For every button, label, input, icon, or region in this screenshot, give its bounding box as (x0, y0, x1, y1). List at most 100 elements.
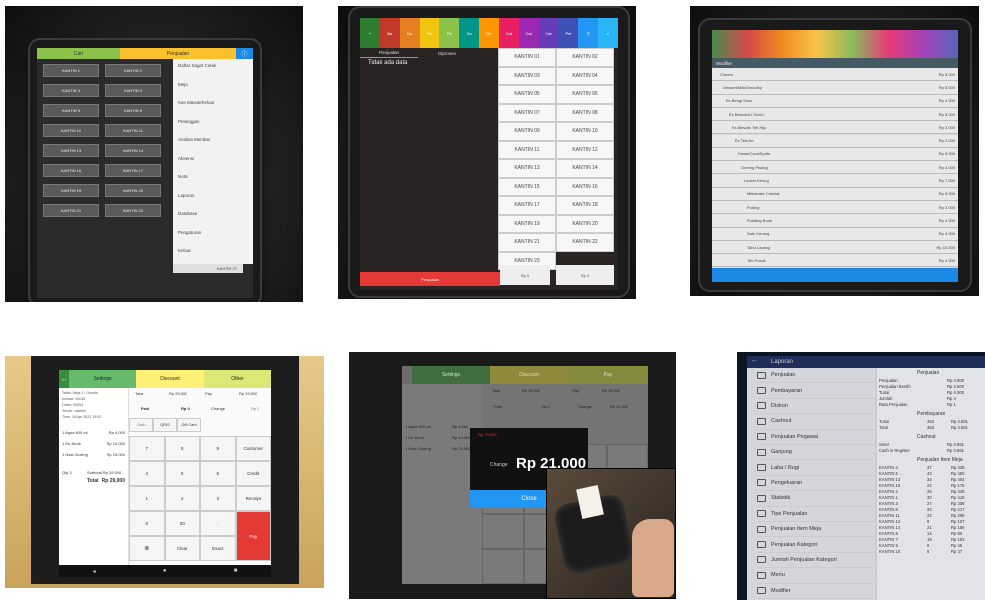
modifier-row[interactable]: Es Blewah/Lt Teh/Li Rp 3.000 (712, 107, 958, 122)
tab-diproses[interactable]: Diproses (418, 48, 476, 58)
canteen-button[interactable]: KANTIN 05 (498, 85, 556, 104)
back-arrow-icon[interactable]: ← (751, 357, 758, 364)
canteen-button[interactable]: KANTIN 22 (556, 233, 614, 252)
keypad-action[interactable]: Exact (200, 536, 236, 561)
keypad-key[interactable] (482, 514, 524, 549)
keypad-key[interactable]: 5 (164, 461, 200, 486)
canteen-button[interactable]: KANTIN 12 (556, 140, 614, 159)
modifier-row[interactable]: Tahu Lacang Rp 10.000 (712, 240, 958, 255)
canteen-button[interactable]: KANTIN 10 (43, 124, 99, 137)
category-tab[interactable]: Cat (498, 18, 519, 48)
canteen-button[interactable]: KANTIN 5 (43, 104, 99, 117)
tab-discount[interactable]: Discount (136, 370, 204, 388)
category-tab[interactable]: Pe (419, 18, 440, 48)
canteen-button[interactable]: KANTIN 20 (556, 214, 614, 233)
modifier-row[interactable]: Es Teh/Jer Rp 2.000 (712, 134, 958, 148)
modifier-row[interactable]: Es Blewah Teh Hijo Rp 3.000 (712, 121, 958, 135)
canteen-button[interactable]: KANTIN 20 (105, 184, 161, 197)
canteen-button[interactable]: KANTIN 14 (556, 159, 614, 178)
report-menu-item[interactable]: Statistik (757, 491, 875, 507)
keypad-key[interactable]: 0 (129, 511, 165, 536)
keypad-key[interactable]: . (200, 511, 236, 536)
keypad-key[interactable]: Credit (235, 461, 271, 486)
canteen-button[interactable]: KANTIN 08 (556, 103, 614, 122)
canteen-button[interactable]: KANTIN 10 (556, 122, 614, 141)
report-menu-item[interactable]: Jumlah Penjualan Kategori (757, 553, 875, 569)
keypad-key[interactable]: Customer (235, 436, 271, 461)
modifier-row[interactable]: Fanta/Coca/Sprite Rp 5.000 (712, 147, 958, 162)
modifier-row[interactable]: Lecker Keong Rp 7.000 (712, 174, 958, 188)
canteen-button[interactable]: KANTIN 18 (556, 196, 614, 215)
canteen-button[interactable]: KANTIN 16 (43, 164, 99, 177)
menu-item[interactable]: Laporan (178, 193, 195, 198)
category-tab[interactable]: Pe (439, 18, 460, 48)
modifier-row[interactable]: Cheers Rp 3.000 (712, 68, 958, 82)
canteen-button[interactable]: KANTIN 6 (105, 104, 161, 117)
canteen-button[interactable]: KANTIN 1 (43, 64, 99, 77)
canteen-button[interactable]: KANTIN 3 (43, 84, 99, 97)
menu-item[interactable]: Keluar (178, 248, 191, 253)
modifier-row[interactable]: Puding Rp 3.000 (712, 201, 958, 215)
keypad-key[interactable]: 4 (129, 461, 165, 486)
canteen-button[interactable]: KANTIN 03 (498, 66, 556, 85)
report-menu-item[interactable]: Diskon (757, 399, 875, 415)
category-tab[interactable]: Cat (538, 18, 559, 48)
back-arrow-icon[interactable]: ← (59, 370, 69, 388)
nav-home-icon[interactable]: ● (163, 568, 167, 574)
keypad-key[interactable]: 1 (129, 486, 165, 511)
canteen-button[interactable]: KANTIN 11 (105, 124, 161, 137)
keypad-key[interactable]: 7 (129, 436, 165, 461)
info-icon[interactable]: ⓘ (236, 48, 253, 59)
category-tab[interactable]: Cat (518, 18, 539, 48)
tab-cari[interactable]: Cari (37, 48, 120, 59)
canteen-popup[interactable]: KANTIN 27 (173, 264, 243, 273)
bottom-red-bar[interactable]: Penjualan (360, 272, 500, 286)
nav-recent-icon[interactable]: ■ (234, 568, 238, 574)
modifier-row[interactable]: Pudding Buah Rp 4.000 (712, 214, 958, 228)
canteen-button[interactable]: KANTIN 17 (498, 196, 556, 215)
menu-item[interactable]: Pelanggan (178, 119, 200, 124)
menu-item[interactable]: Daftar Saget Cetak (178, 63, 216, 68)
tab-settings[interactable]: Settings (412, 366, 490, 384)
canteen-button[interactable]: KANTIN 2 (105, 64, 161, 77)
keypad-action[interactable]: Clear (164, 536, 200, 561)
add-icon[interactable]: + (360, 18, 380, 48)
canteen-button[interactable]: KANTIN 04 (556, 66, 614, 85)
menu-item[interactable]: Meja (178, 82, 188, 87)
keypad-key[interactable] (482, 549, 524, 584)
canteen-button[interactable]: KANTIN 15 (498, 177, 556, 196)
modifier-row[interactable]: Goreng Pisang Rp 4.000 (712, 161, 958, 175)
modifier-row[interactable]: Es Bengi Susu Rp 4.000 (712, 94, 958, 108)
backspace-icon[interactable]: ⊗ (129, 536, 165, 561)
user-search-icon[interactable]: ⚲ (578, 18, 599, 48)
canteen-button[interactable]: KANTIN 4 (105, 84, 161, 97)
canteen-button[interactable]: KANTIN 16 (556, 177, 614, 196)
tab-settings[interactable]: Settings (69, 370, 136, 388)
canteen-button[interactable]: KANTIN 11 (498, 140, 556, 159)
tab-discount[interactable]: Discount (490, 366, 568, 384)
menu-item[interactable]: Database (178, 211, 197, 216)
category-tab[interactable]: Ba (379, 18, 400, 48)
keypad-key[interactable]: 00 (164, 511, 200, 536)
canteen-button[interactable]: KANTIN 13 (498, 159, 556, 178)
modifier-row[interactable]: Milkshake Cokelat Rp 5.000 (712, 187, 958, 201)
report-menu-item[interactable]: Penjualan Kategori (757, 537, 875, 553)
canteen-button[interactable]: KANTIN 13 (43, 144, 99, 157)
tab-penjualan[interactable]: Penjualan (360, 48, 418, 58)
modifier-row[interactable]: Dessert/Milk/Smoothy Rp 5.000 (712, 81, 958, 95)
keypad-key[interactable]: 3 (200, 486, 236, 511)
report-menu-item[interactable]: Penjualan Item Meja (757, 522, 875, 538)
canteen-button[interactable]: KANTIN 19 (43, 184, 99, 197)
canteen-button[interactable]: KANTIN 09 (498, 122, 556, 141)
canteen-button[interactable]: KANTIN 14 (105, 144, 161, 157)
canteen-button[interactable]: KANTIN 22 (105, 204, 161, 217)
menu-item[interactable]: Analisa Member (178, 137, 211, 142)
keypad-key[interactable]: 2 (164, 486, 200, 511)
canteen-button[interactable]: KANTIN 21 (43, 204, 99, 217)
report-menu-item[interactable]: Modifier (757, 584, 875, 599)
tab-other[interactable]: Other (204, 370, 271, 388)
menu-item[interactable]: Pengaturan (178, 230, 201, 235)
report-menu-item[interactable]: Tipe Penjualan (757, 507, 875, 522)
pay-type-button[interactable]: Gift Card (177, 418, 201, 432)
tab-penjualan[interactable]: Penjualan (120, 48, 236, 59)
